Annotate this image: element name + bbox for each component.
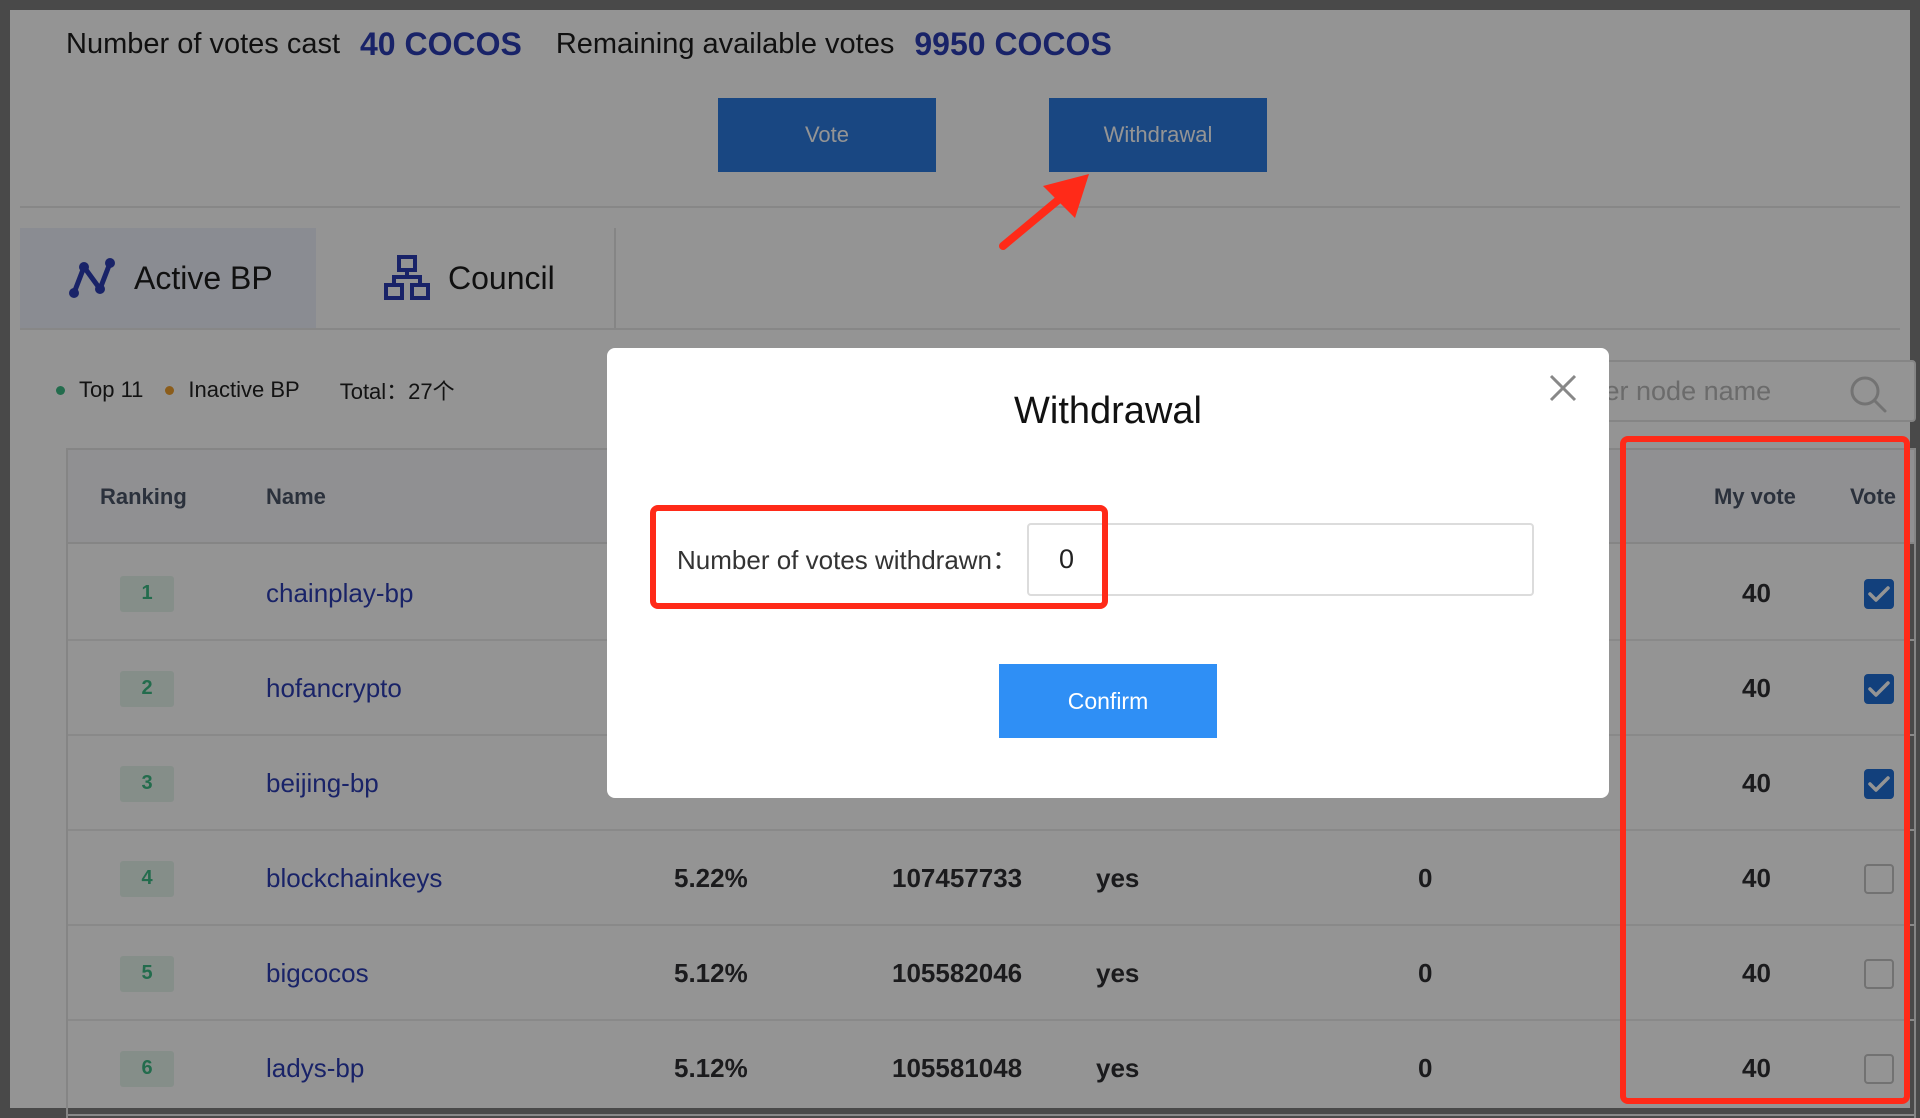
close-button[interactable] <box>1541 366 1585 410</box>
annotation-highlight-votes <box>1620 436 1910 1104</box>
dialog-title: Withdrawal <box>1014 390 1202 432</box>
close-icon <box>1549 374 1577 402</box>
annotation-arrow-icon <box>999 174 1089 250</box>
confirm-button[interactable]: Confirm <box>999 664 1217 738</box>
annotation-highlight-input <box>650 505 1108 609</box>
